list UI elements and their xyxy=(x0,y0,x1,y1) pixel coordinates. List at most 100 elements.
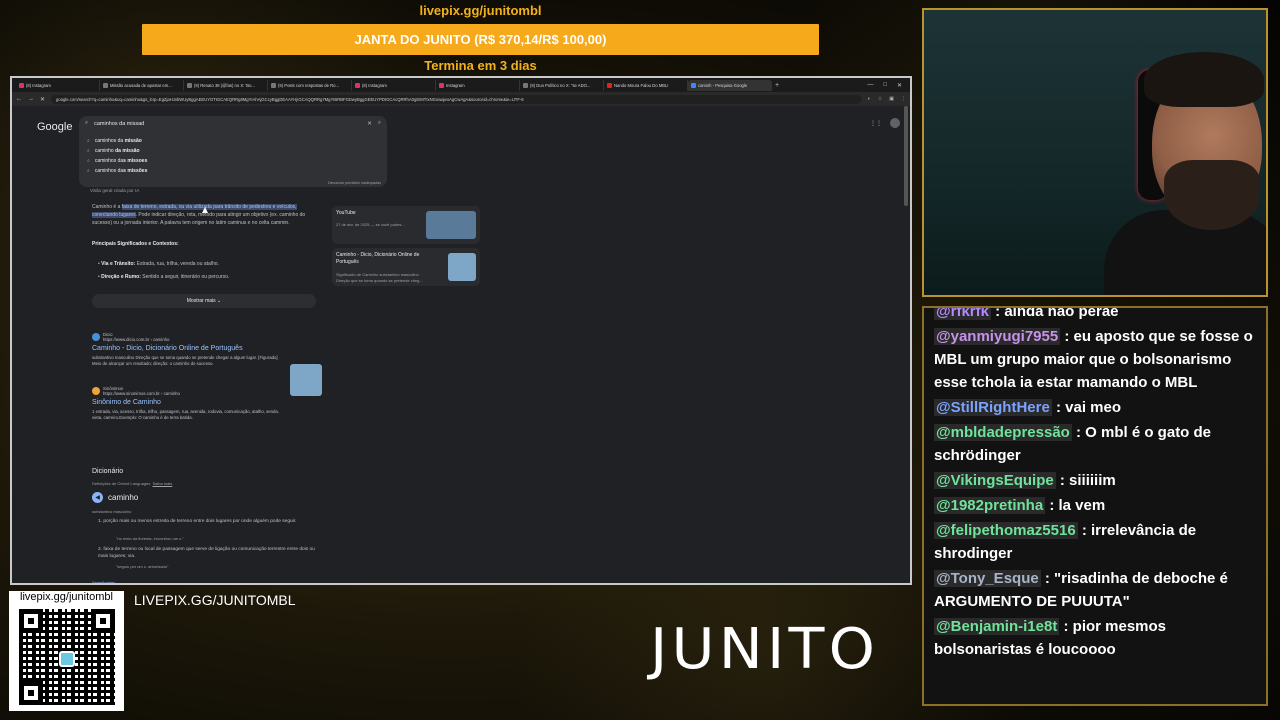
browser-window: (8) Instagram Missão acusada de apostar e… xyxy=(10,76,912,585)
maximize-icon[interactable]: □ xyxy=(883,82,887,89)
result-title-link[interactable]: Caminho - Dicio, Dicionário Online de Po… xyxy=(92,345,327,352)
chat-username[interactable]: @felipethomaz5516 xyxy=(934,522,1078,539)
streamer-beard xyxy=(1164,160,1260,230)
suggestion-item[interactable]: ⌕ caminhos da missão xyxy=(79,136,387,146)
eye-off-icon[interactable]: ◐ xyxy=(868,96,871,102)
qr-finder xyxy=(19,609,43,633)
browser-tab[interactable]: Instagram xyxy=(436,79,520,91)
donation-url: LIVEPIX.GG/JUNITOMBL xyxy=(134,592,296,608)
chat-message: @rfkrfk : ainda não perae xyxy=(934,306,1256,323)
tab-favicon-icon xyxy=(355,82,360,88)
card-title: YouTube xyxy=(336,210,356,216)
tab-favicon-icon xyxy=(607,82,612,88)
search-submit-icon[interactable]: ⌕ xyxy=(378,120,381,127)
search-icon: ⌕ xyxy=(87,168,90,174)
stop-icon[interactable]: ✕ xyxy=(40,96,45,103)
close-icon[interactable]: ✕ xyxy=(897,82,902,89)
result-url[interactable]: https://www.dicio.com.br › caminho xyxy=(103,337,169,342)
search-suggestions: ⌕ caminhos da missão ⌕ caminho da missão ⌕ ca… xyxy=(79,131,387,187)
dicio-card[interactable]: Caminho - Dicio, Dicionário Online de Po… xyxy=(332,248,480,286)
chat-text: : vai meo xyxy=(1051,399,1122,416)
tab-label: (9) Renato 38 (@fas) no X: 'Bo... xyxy=(194,82,255,88)
speaker-icon[interactable]: ◀ xyxy=(92,492,103,503)
chat-text: : la vem xyxy=(1045,497,1106,514)
qr-label: livepix.gg/junitombl xyxy=(20,591,113,603)
goal-deadline: Termina em 3 dias xyxy=(424,58,537,73)
definition: 2. faixa de terreno ou local de passagem… xyxy=(98,547,315,559)
qr-finder xyxy=(91,609,115,633)
chat-panel: @rfkrfk : ainda não perae @yanmiyugi7955 … xyxy=(922,306,1268,706)
report-predictions-link[interactable]: Denunciar previsões inadequadas xyxy=(328,181,381,185)
tab-strip: (8) Instagram Missão acusada de apostar e… xyxy=(12,78,910,92)
clear-search-icon[interactable]: ✕ xyxy=(367,121,372,127)
chat-username[interactable]: @VikingsEquipe xyxy=(934,472,1056,489)
tab-label: (9) Duo Político no X: "se ADO... xyxy=(530,82,591,88)
brand-logo: JUNITO xyxy=(650,617,880,682)
browser-tab[interactable]: (9) Renato 38 (@fas) no X: 'Bo... xyxy=(184,79,268,91)
browser-tab[interactable]: caminh - Pesquisa Google xyxy=(688,79,772,91)
result-title-link[interactable]: Sinônimo de Caminho xyxy=(92,399,327,406)
forward-icon[interactable]: → xyxy=(28,96,34,102)
tab-favicon-icon xyxy=(439,82,444,88)
video-thumbnail[interactable] xyxy=(426,211,476,239)
show-more-button[interactable]: Mostrar mais ⌄ xyxy=(92,294,316,308)
tab-favicon-icon xyxy=(523,82,528,88)
browser-tab[interactable]: Nando Moura Falou Do MBL! xyxy=(604,79,688,91)
learn-more-link[interactable]: Saiba mais xyxy=(153,481,173,486)
browser-tab[interactable]: (9) Duo Político no X: "se ADO... xyxy=(520,79,604,91)
suggestion-item[interactable]: ⌕ caminhos das missões xyxy=(79,166,387,176)
tab-favicon-icon xyxy=(271,82,276,88)
browser-tab[interactable]: (9) Posts com respostas de Ro... xyxy=(268,79,352,91)
search-icon: ⌕ xyxy=(85,120,89,126)
tab-label: caminh - Pesquisa Google xyxy=(698,82,748,88)
tab-label: (8) Instagram xyxy=(26,82,51,88)
google-logo[interactable]: Google xyxy=(37,121,72,133)
chat-username[interactable]: @Tony_Esque xyxy=(934,570,1041,587)
chat-message: @mbldadepressão : O mbl é o gato de schr… xyxy=(934,421,1256,467)
back-icon[interactable]: ← xyxy=(16,96,22,102)
browser-tab[interactable]: (8) Instagram xyxy=(352,79,436,91)
chat-text: : ainda não perae xyxy=(990,306,1119,320)
apps-grid-icon[interactable]: ⋮⋮ xyxy=(870,120,882,127)
chat-message: @felipethomaz5516 : irrelevância de shro… xyxy=(934,519,1256,565)
bookmark-star-icon[interactable]: ☆ xyxy=(878,96,882,102)
goal-url: livepix.gg/junitombl xyxy=(419,3,542,18)
extensions-icon[interactable]: ▣ xyxy=(889,96,894,102)
url-bar[interactable]: google.com/search?q=caminho&oq=caminho&g… xyxy=(51,94,862,104)
result-url[interactable]: https://www.sinonimos.com.br › caminho xyxy=(103,391,180,396)
address-bar-row: ← → ✕ google.com/search?q=caminho&oq=cam… xyxy=(12,92,910,106)
suggestion-item[interactable]: ⌕ caminhos das missoes xyxy=(79,156,387,166)
minimize-icon[interactable]: — xyxy=(867,82,873,89)
youtube-card[interactable]: YouTube 27 de abr. de 2025 — se você pud… xyxy=(332,206,480,244)
page-scrollbar[interactable] xyxy=(904,106,908,206)
search-icon: ⌕ xyxy=(87,138,90,144)
chat-message: @StillRightHere : vai meo xyxy=(934,396,1256,419)
streamer-hair xyxy=(1144,52,1264,107)
chat-username[interactable]: @rfkrfk xyxy=(934,308,991,320)
chat-username[interactable]: @1982pretinha xyxy=(934,497,1046,514)
card-thumbnail[interactable] xyxy=(448,253,476,281)
search-input[interactable]: ⌕ caminhos da missad ✕ ⌕ xyxy=(79,116,387,131)
suggestion-item[interactable]: ⌕ caminho da missão xyxy=(79,146,387,156)
account-avatar[interactable] xyxy=(890,118,900,128)
tab-favicon-icon xyxy=(19,82,24,88)
chat-username[interactable]: @Benjamin-i1e8t xyxy=(934,618,1060,635)
new-tab-icon[interactable]: + xyxy=(775,82,779,89)
menu-icon[interactable]: ⋮ xyxy=(901,96,906,102)
goal-bar-text: JANTA DO JUNITO (R$ 370,14/R$ 100,00) xyxy=(354,32,607,47)
tab-label: (8) Instagram xyxy=(362,82,387,88)
chat-username[interactable]: @yanmiyugi7955 xyxy=(934,328,1061,345)
ai-overview-header: Visão geral criada por IA xyxy=(90,188,140,193)
webcam-feed xyxy=(922,8,1268,297)
part-of-speech: substantivo masculino xyxy=(92,509,132,514)
search-query[interactable]: caminhos da missad xyxy=(94,121,144,127)
browser-tab[interactable]: Missão acusada de apostar em... xyxy=(100,79,184,91)
qr-logo xyxy=(59,651,75,667)
chat-username[interactable]: @mbldadepressão xyxy=(934,424,1072,441)
qr-code-box: livepix.gg/junitombl xyxy=(9,591,124,711)
chat-username[interactable]: @StillRightHere xyxy=(934,399,1052,416)
card-meta: 27 de abr. de 2025 — se você pudes... xyxy=(336,222,405,227)
browser-tab[interactable]: (8) Instagram xyxy=(16,79,100,91)
site-favicon xyxy=(92,333,100,341)
chat-text: : siiiiiim xyxy=(1055,472,1116,489)
